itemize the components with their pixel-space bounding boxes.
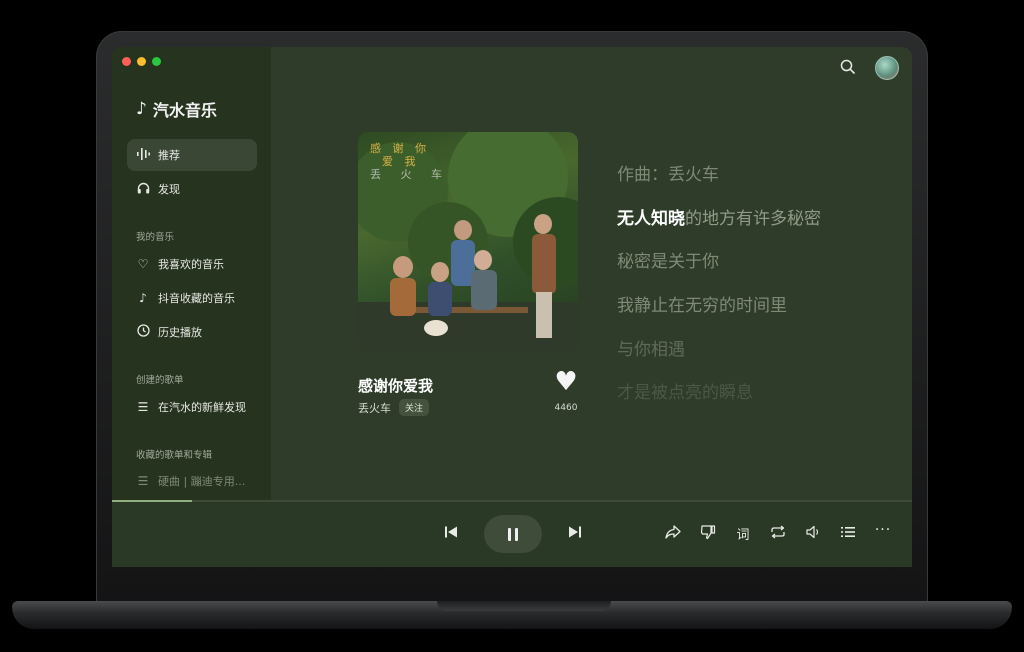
headphones-icon	[136, 182, 150, 197]
heart-icon: ♡	[137, 257, 149, 271]
like-count: 4460	[554, 403, 578, 413]
app-window: ♪ 汽水音乐 推荐 发现 我的音乐 ♡ 我喜欢的音乐 ♪ 抖音收藏的音乐 历史播…	[112, 47, 912, 567]
pause-button[interactable]	[484, 515, 542, 553]
waveform-icon	[136, 147, 150, 163]
sidebar-item-label: 我喜欢的音乐	[158, 258, 224, 271]
lyrics-label: 词	[736, 528, 750, 543]
sidebar-item-douyin-collected[interactable]: ♪ 抖音收藏的音乐	[127, 282, 257, 314]
album-cover: 感 谢 你 爱 我 丢 火 车	[358, 132, 578, 352]
share-button[interactable]	[664, 524, 682, 542]
playlist-queue-button[interactable]	[839, 524, 857, 542]
repeat-button[interactable]	[769, 524, 787, 542]
nav-item-label: 发现	[158, 183, 180, 196]
repeat-icon	[771, 525, 785, 539]
laptop-base	[12, 601, 1012, 629]
playlist-item-label: 硬曲 | 蹦迪专用...	[158, 475, 246, 488]
collected-section-title: 收藏的歌单和专辑	[136, 450, 213, 461]
created-playlists-section-title: 创建的歌单	[136, 375, 184, 386]
lyric-line: 秘密是关于你	[617, 252, 719, 272]
close-window-button[interactable]	[122, 57, 131, 66]
music-note-icon: ♪	[136, 99, 147, 119]
artist-name[interactable]: 丢火车	[358, 400, 391, 416]
sidebar-item-liked-music[interactable]: ♡ 我喜欢的音乐	[127, 248, 257, 280]
player-bar: 词 ···	[112, 502, 912, 567]
lyrics-button[interactable]: 词	[734, 524, 752, 543]
song-title: 感谢你爱我	[358, 377, 434, 395]
thumbs-down-icon	[700, 525, 716, 540]
more-icon: ···	[874, 522, 892, 538]
sidebar: ♪ 汽水音乐 推荐 发现 我的音乐 ♡ 我喜欢的音乐 ♪ 抖音收藏的音乐 历史播…	[112, 47, 271, 500]
pause-icon-bar	[515, 527, 518, 541]
minimize-window-button[interactable]	[137, 57, 146, 66]
previous-button[interactable]	[442, 525, 460, 543]
volume-icon	[806, 525, 819, 539]
like-heart-icon[interactable]: ♥	[552, 369, 580, 397]
more-options-button[interactable]: ···	[874, 522, 892, 540]
cover-title-line1: 感 谢 你	[370, 142, 430, 155]
list-icon: ☰	[137, 400, 149, 414]
skip-forward-icon	[569, 526, 581, 538]
lyric-line-current: 无人知晓的地方有许多秘密	[617, 204, 821, 229]
skip-back-icon	[445, 526, 457, 538]
queue-list-icon	[841, 527, 855, 537]
laptop-notch	[437, 601, 611, 611]
lyric-sung-part: 无人知晓	[617, 209, 685, 229]
sidebar-item-label: 历史播放	[158, 326, 202, 339]
next-button[interactable]	[566, 525, 584, 543]
share-icon	[665, 525, 681, 539]
lyric-line: 才是被点亮的瞬息	[617, 383, 753, 403]
tiktok-icon: ♪	[139, 291, 147, 305]
dislike-button[interactable]	[699, 524, 717, 542]
clock-icon	[136, 324, 150, 340]
window-controls	[122, 57, 161, 66]
avatar[interactable]	[875, 56, 899, 80]
follow-button[interactable]: 关注	[399, 399, 430, 416]
nav-item-discover[interactable]: 发现	[127, 173, 257, 205]
app-name: 汽水音乐	[152, 101, 217, 120]
lyric-unsung-part: 的地方有许多秘密	[685, 209, 821, 229]
sidebar-item-history[interactable]: 历史播放	[127, 316, 257, 348]
search-icon[interactable]	[840, 59, 858, 77]
playlist-item-collected[interactable]: ☰ 硬曲 | 蹦迪专用...	[127, 465, 257, 497]
artist-row: 丢火车 关注	[358, 399, 430, 416]
volume-button[interactable]	[804, 524, 822, 542]
nav-item-label: 推荐	[158, 149, 180, 162]
lyric-line: 与你相遇	[617, 340, 685, 360]
sidebar-item-label: 抖音收藏的音乐	[158, 292, 235, 305]
app-logo: ♪ 汽水音乐	[136, 97, 217, 121]
nav-item-recommend[interactable]: 推荐	[127, 139, 257, 171]
cover-artist: 丢 火 车	[370, 168, 450, 181]
list-icon: ☰	[137, 474, 149, 488]
cover-title: 感 谢 你 爱 我	[370, 142, 430, 168]
lyric-line: 作曲：丢火车	[617, 165, 719, 185]
maximize-window-button[interactable]	[152, 57, 161, 66]
playlist-item-label: 在汽水的新鲜发现	[158, 401, 246, 414]
lyric-line: 我静止在无穷的时间里	[617, 296, 787, 316]
pause-icon	[508, 527, 511, 541]
my-music-section-title: 我的音乐	[136, 232, 175, 243]
playlist-item-fresh-finds[interactable]: ☰ 在汽水的新鲜发现	[127, 391, 257, 423]
